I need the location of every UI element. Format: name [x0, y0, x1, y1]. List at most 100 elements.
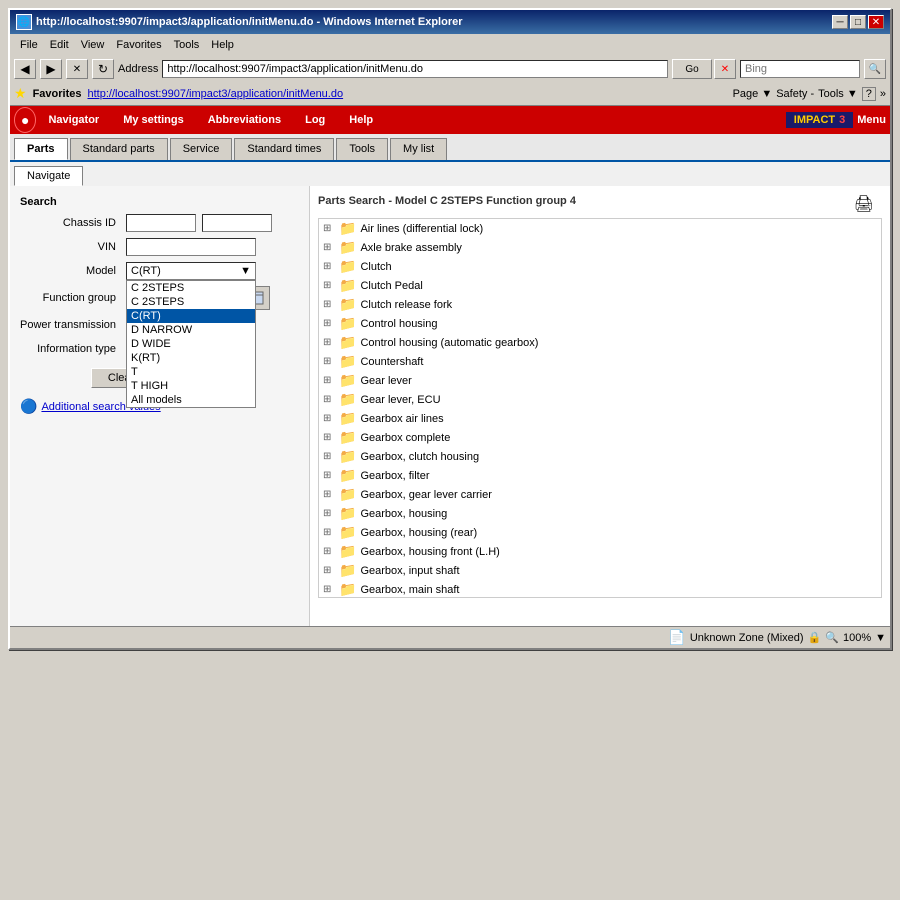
parts-list-item[interactable]: ⊞📁Gearbox, filter — [319, 466, 881, 485]
folder-icon: 📁 — [339, 239, 356, 256]
nav-navigator[interactable]: Navigator — [36, 110, 111, 130]
tools-button[interactable]: Tools ▼ — [818, 88, 858, 100]
model-option-krt[interactable]: K(RT) — [127, 351, 255, 365]
menu-favorites[interactable]: Favorites — [110, 37, 167, 53]
zoom-dropdown-icon[interactable]: ▼ — [875, 632, 886, 644]
parts-search-title: Parts Search - Model C 2STEPS Function g… — [318, 195, 576, 207]
help-button[interactable]: ? — [862, 87, 876, 101]
search-section: Search Chassis ID VIN — [20, 196, 299, 415]
tab-standard-parts[interactable]: Standard parts — [70, 138, 168, 160]
search-input[interactable] — [740, 60, 860, 78]
model-option-c2steps-1[interactable]: C 2STEPS — [127, 281, 255, 295]
safety-button[interactable]: Safety - — [776, 88, 814, 100]
parts-list-item[interactable]: ⊞📁Gearbox, input shaft — [319, 561, 881, 580]
model-dropdown-header[interactable]: C(RT) ▼ — [126, 262, 256, 280]
menu-view[interactable]: View — [75, 37, 111, 53]
parts-list-item[interactable]: ⊞📁Gearbox complete — [319, 428, 881, 447]
model-option-crt[interactable]: C(RT) — [127, 309, 255, 323]
favorites-bar: ★ Favorites http://localhost:9907/impact… — [10, 82, 890, 106]
menu-help[interactable]: Help — [205, 37, 240, 53]
parts-list-item[interactable]: ⊞📁Gearbox, housing — [319, 504, 881, 523]
parts-list-item[interactable]: ⊞📁Axle brake assembly — [319, 238, 881, 257]
model-option-t[interactable]: T — [127, 365, 255, 379]
parts-list-item[interactable]: ⊞📁Gearbox, housing (rear) — [319, 523, 881, 542]
tab-service[interactable]: Service — [170, 138, 233, 160]
address-input[interactable] — [162, 60, 668, 78]
folder-icon: 📁 — [339, 467, 356, 484]
folder-icon: 📁 — [339, 220, 356, 237]
menu-file[interactable]: File — [14, 37, 44, 53]
parts-list-item[interactable]: ⊞📁Gearbox air lines — [319, 409, 881, 428]
tab-parts[interactable]: Parts — [14, 138, 68, 160]
expand-icon: ⊞ — [323, 546, 335, 557]
parts-list-item[interactable]: ⊞📁Clutch Pedal — [319, 276, 881, 295]
parts-list-item[interactable]: ⊞📁Control housing — [319, 314, 881, 333]
forward-button[interactable]: ▶ — [40, 59, 62, 79]
favorites-link[interactable]: http://localhost:9907/impact3/applicatio… — [87, 88, 343, 100]
parts-list-item[interactable]: ⊞📁Gearbox, clutch housing — [319, 447, 881, 466]
status-right: 📄 Unknown Zone (Mixed) 🔒 🔍 100% ▼ — [668, 629, 886, 646]
menu-edit[interactable]: Edit — [44, 37, 75, 53]
parts-list-item[interactable]: ⊞📁Air lines (differential lock) — [319, 219, 881, 238]
vin-input[interactable] — [126, 238, 256, 256]
chassis-id-input-1[interactable] — [126, 214, 196, 232]
nav-log[interactable]: Log — [293, 110, 337, 130]
expand-icon: ⊞ — [323, 299, 335, 310]
model-list: C 2STEPS C 2STEPS C(RT) D NARROW D WIDE … — [126, 280, 256, 408]
parts-item-label: Control housing (automatic gearbox) — [360, 337, 538, 349]
parts-item-label: Gearbox, filter — [360, 470, 429, 482]
back-button[interactable]: ◀ — [14, 59, 36, 79]
print-icon[interactable]: 🖨 — [854, 194, 874, 214]
refresh-button[interactable]: ↻ — [92, 59, 114, 79]
dropdown-arrow-icon: ▼ — [240, 265, 251, 277]
parts-list-item[interactable]: ⊞📁Gearbox, housing front (L.H) — [319, 542, 881, 561]
tab-my-list[interactable]: My list — [390, 138, 447, 160]
parts-list-item[interactable]: ⊞📁Gear lever — [319, 371, 881, 390]
go-button[interactable]: Go — [672, 59, 712, 79]
parts-list-item[interactable]: ⊞📁Control housing (automatic gearbox) — [319, 333, 881, 352]
zoom-icon: 🔍 — [825, 631, 839, 644]
parts-list-item[interactable]: ⊞📁Gearbox, gear lever carrier — [319, 485, 881, 504]
nav-help[interactable]: Help — [337, 110, 385, 130]
parts-list-item[interactable]: ⊞📁Gear lever, ECU — [319, 390, 881, 409]
parts-item-label: Gearbox, input shaft — [360, 565, 459, 577]
folder-icon: 📁 — [339, 543, 356, 560]
extras-button[interactable]: » — [880, 88, 886, 100]
parts-list-item[interactable]: ⊞📁Countershaft — [319, 352, 881, 371]
tab-tools[interactable]: Tools — [336, 138, 388, 160]
tab-standard-times[interactable]: Standard times — [234, 138, 334, 160]
left-panel: Search Chassis ID VIN — [10, 186, 310, 626]
nav-tab-navigate[interactable]: Navigate — [14, 166, 83, 186]
folder-icon: 📁 — [339, 486, 356, 503]
model-option-all[interactable]: All models — [127, 393, 255, 407]
expand-icon: ⊞ — [323, 432, 335, 443]
nav-my-settings[interactable]: My settings — [111, 110, 196, 130]
search-go-button[interactable]: 🔍 — [864, 59, 886, 79]
refresh-x-button[interactable]: ✕ — [714, 59, 736, 79]
minimize-button[interactable]: ─ — [832, 15, 848, 29]
parts-item-label: Gearbox air lines — [360, 413, 443, 425]
model-option-dnarrow[interactable]: D NARROW — [127, 323, 255, 337]
favorites-label: Favorites — [33, 88, 82, 100]
folder-icon: 📁 — [339, 524, 356, 541]
folder-icon: 📁 — [339, 315, 356, 332]
parts-item-label: Clutch release fork — [360, 299, 452, 311]
chassis-id-input-2[interactable] — [202, 214, 272, 232]
maximize-button[interactable]: □ — [850, 15, 866, 29]
page-button[interactable]: Page ▼ — [733, 88, 773, 100]
parts-item-label: Countershaft — [360, 356, 423, 368]
nav-abbreviations[interactable]: Abbreviations — [196, 110, 293, 130]
status-page-icon: 📄 — [668, 629, 685, 646]
close-button[interactable]: ✕ — [868, 15, 884, 29]
parts-list-item[interactable]: ⊞📁Gearbox, main shaft — [319, 580, 881, 598]
parts-list-item[interactable]: ⊞📁Clutch release fork — [319, 295, 881, 314]
parts-list-item[interactable]: ⊞📁Clutch — [319, 257, 881, 276]
vin-label: VIN — [20, 241, 120, 253]
stop-button[interactable]: ✕ — [66, 59, 88, 79]
model-option-thigh[interactable]: T HIGH — [127, 379, 255, 393]
model-option-c2steps-2[interactable]: C 2STEPS — [127, 295, 255, 309]
parts-item-label: Gearbox, clutch housing — [360, 451, 479, 463]
menu-tools[interactable]: Tools — [168, 37, 206, 53]
model-option-dwide[interactable]: D WIDE — [127, 337, 255, 351]
parts-item-label: Gearbox complete — [360, 432, 450, 444]
